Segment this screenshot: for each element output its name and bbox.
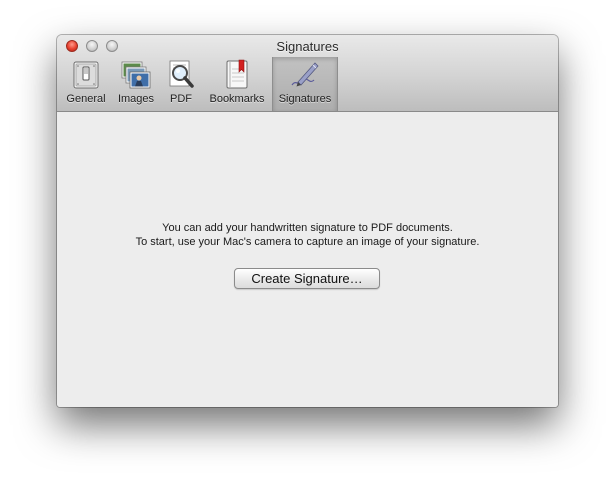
toolbar: Signatures General Images PDF Bookmarks …	[57, 35, 558, 112]
magnifier-document-icon	[169, 60, 194, 88]
create-signature-button[interactable]: Create Signature…	[234, 268, 380, 289]
tab-bookmarks[interactable]: Bookmarks	[205, 57, 269, 111]
tab-pdf[interactable]: PDF	[163, 57, 199, 111]
tab-pdf-label: PDF	[170, 93, 192, 105]
instruction-line-1: You can add your handwritten signature t…	[162, 222, 453, 234]
pen-signature-icon	[291, 62, 319, 87]
tab-images[interactable]: Images	[113, 57, 159, 111]
tab-images-label: Images	[117, 93, 155, 105]
tab-general-label: General	[66, 93, 106, 105]
tab-signatures-label: Signatures	[278, 93, 332, 105]
instruction-line-2: To start, use your Mac's camera to captu…	[135, 236, 480, 248]
signatures-pane: You can add your handwritten signature t…	[57, 112, 558, 407]
switch-icon	[73, 61, 99, 89]
photos-icon	[121, 61, 151, 89]
tab-general[interactable]: General	[63, 57, 109, 111]
preferences-window: Signatures General Images PDF Bookmarks …	[57, 35, 558, 407]
window-title: Signatures	[276, 39, 339, 54]
tab-bookmarks-label: Bookmarks	[209, 93, 265, 105]
tab-signatures[interactable]: Signatures	[272, 57, 338, 111]
bookmark-book-icon	[226, 59, 248, 89]
